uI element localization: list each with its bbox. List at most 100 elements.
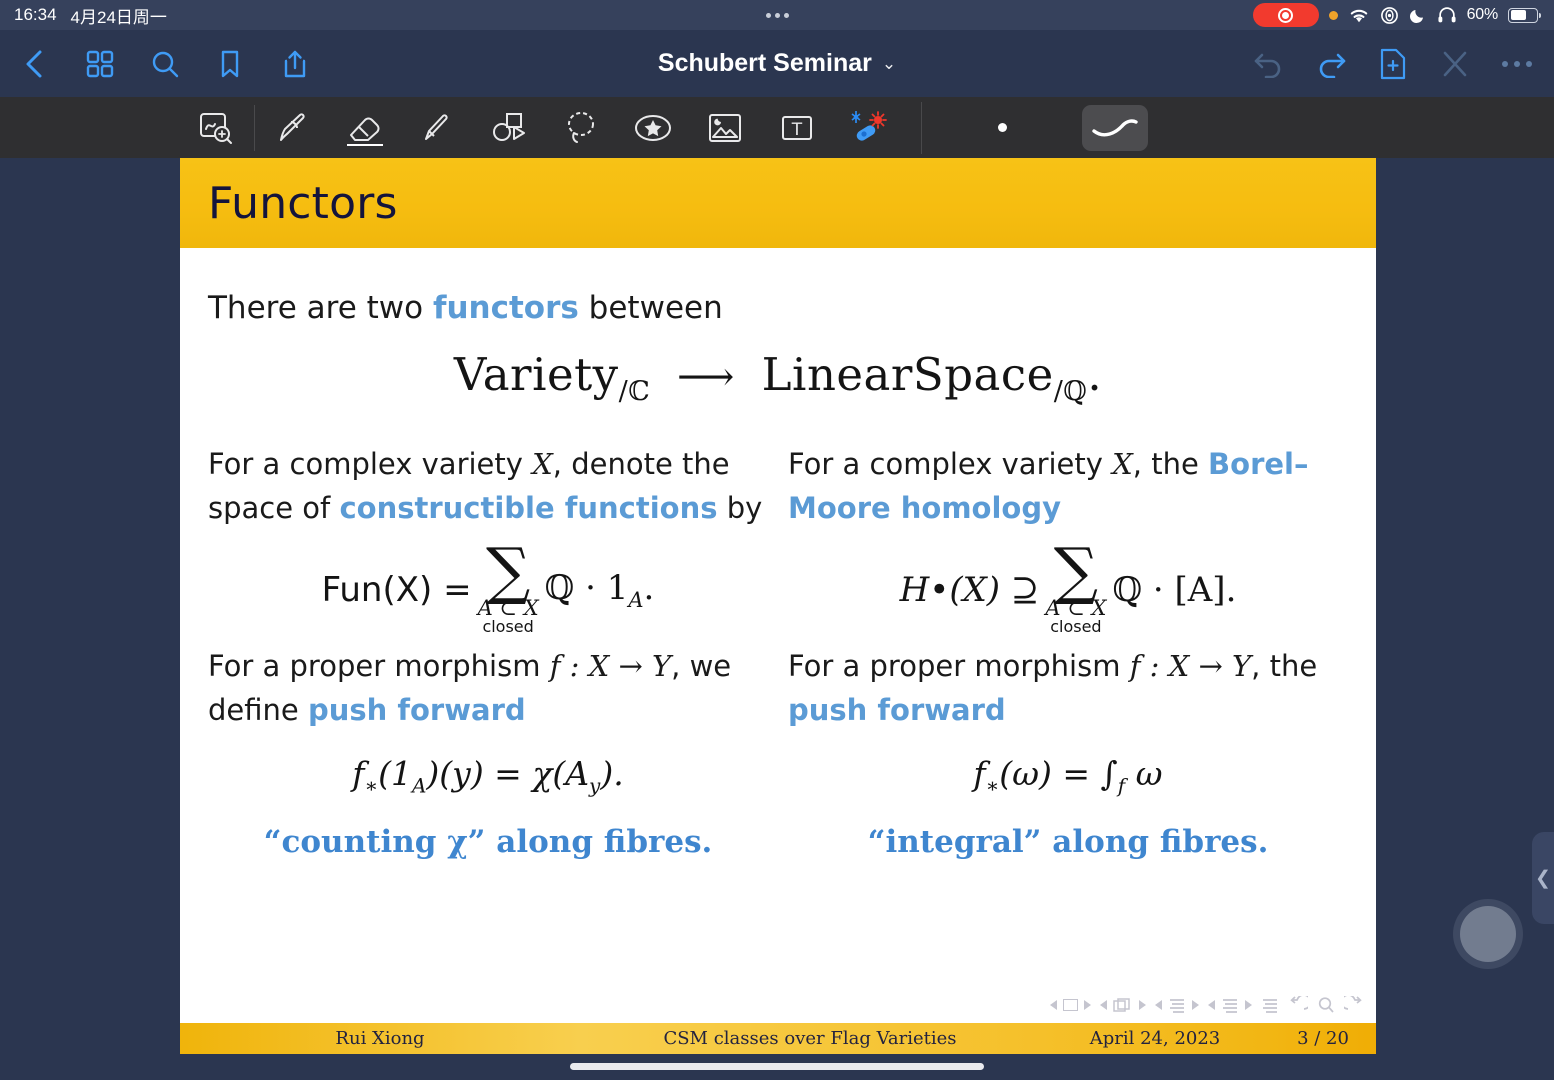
screen-recording-pill-icon[interactable] (1252, 3, 1319, 27)
drawing-toolbar: T (0, 97, 1554, 158)
side-drawer-handle[interactable]: ❮ (1532, 832, 1554, 924)
column-borel-moore-homology: For a complex variety X, the Borel–Moore… (788, 443, 1348, 860)
search-icon[interactable] (148, 47, 182, 81)
variety-subscript: /ℂ (618, 376, 651, 407)
wifi-icon (1350, 9, 1367, 22)
home-indicator[interactable] (570, 1063, 984, 1070)
frame-icon[interactable] (1063, 999, 1078, 1011)
left-quote: “counting χ” along fibres. (263, 823, 713, 860)
battery-percent-label: 60% (1466, 6, 1499, 23)
left-summation: ∑ A ⊂ X closed (477, 534, 539, 637)
eraser-icon[interactable] (329, 99, 401, 157)
left-intro-highlight: constructible functions (339, 490, 718, 525)
section-nav-group[interactable] (1155, 997, 1199, 1014)
forward-icon[interactable] (1344, 996, 1364, 1014)
right-sum-limit-closed: closed (1050, 617, 1102, 637)
nav-right-group (1252, 47, 1554, 81)
left-formula-rhs-sub: A (628, 587, 644, 612)
left-sum-limit-closed: closed (482, 617, 534, 637)
right-formula-rhs: ℚ · [A] (1112, 569, 1226, 610)
right-sum-limit: A ⊂ X (1045, 596, 1107, 621)
back-icon[interactable] (1288, 996, 1308, 1014)
battery-icon (1508, 7, 1541, 23)
linearspace-subscript: /ℚ (1053, 376, 1088, 407)
shapes-icon[interactable] (473, 99, 545, 157)
slides-icon[interactable] (1113, 997, 1133, 1014)
lasso-select-icon[interactable] (545, 99, 617, 157)
left-pushforward-formula: f∗(1A)(y) = χ(Ay). (352, 754, 624, 798)
right-intro-before: For a complex variety (788, 447, 1113, 481)
right-morphism-mid: , the (1251, 649, 1318, 684)
undo-icon[interactable] (1252, 47, 1286, 81)
right-sum-sign: ∑ (1053, 534, 1099, 607)
highlighter-icon[interactable] (401, 99, 473, 157)
right-morphism-math: f : X → Y (1129, 649, 1252, 684)
laser-pointer-icon[interactable] (833, 99, 905, 157)
sticker-icon[interactable] (617, 99, 689, 157)
left-formula-period: . (643, 567, 655, 608)
slide-lead-sentence: There are two functors between (208, 290, 1348, 326)
zoom-write-icon[interactable] (180, 99, 252, 157)
left-formula-lhs: Fun(X) = (321, 569, 472, 610)
close-icon[interactable] (1438, 47, 1472, 81)
do-not-disturb-moon-icon (1409, 9, 1423, 24)
bookmark-icon[interactable] (213, 47, 247, 81)
slide-canvas[interactable]: Functors There are two functors between … (0, 158, 1554, 1080)
left-fun-formula: Fun(X) = ∑ A ⊂ X closed ℚ · 1A. (208, 534, 768, 637)
prev-doc-icon[interactable] (1208, 1000, 1215, 1010)
status-bar-left: 16:34 4月24日周一 (0, 3, 167, 28)
more-options-icon[interactable] (1500, 47, 1534, 81)
variety-label: Variety (453, 348, 619, 401)
tool-group: T (0, 99, 905, 157)
prev-section-icon[interactable] (1155, 1000, 1162, 1010)
subsection-nav-group[interactable] (1100, 997, 1146, 1014)
slide-title: Functors (208, 177, 398, 229)
lead-before: There are two (208, 290, 433, 326)
stroke-preview-button[interactable] (1082, 104, 1148, 151)
frame-nav-group[interactable] (1050, 999, 1091, 1011)
footer-author: Rui Xiong (180, 1023, 580, 1054)
presentation-slide[interactable]: Functors There are two functors between … (180, 158, 1376, 1054)
stroke-size-indicator[interactable] (922, 123, 1082, 132)
back-chevron-icon[interactable] (18, 47, 52, 81)
redo-icon[interactable] (1314, 47, 1348, 81)
prev-frame-icon[interactable] (1050, 1000, 1057, 1010)
prev-subsection-icon[interactable] (1100, 1000, 1107, 1010)
beamer-navigation-bar[interactable] (1050, 996, 1364, 1014)
next-doc-icon[interactable] (1245, 1000, 1252, 1010)
thumbnail-grid-icon[interactable] (83, 47, 117, 81)
right-morphism-highlight: push forward (788, 692, 1006, 727)
assistive-touch-button[interactable] (1460, 906, 1516, 962)
search-icon[interactable] (1317, 996, 1335, 1014)
next-section-icon[interactable] (1192, 1000, 1199, 1010)
document-title: Schubert Seminar (657, 49, 872, 77)
left-sum-sign: ∑ (485, 534, 531, 607)
functor-arrow: ⟶ (677, 354, 735, 400)
pen-icon[interactable] (257, 99, 329, 157)
add-page-icon[interactable] (1376, 47, 1410, 81)
left-intro-paragraph: For a complex variety X, denote the spac… (208, 443, 768, 530)
right-homology-formula: H•(X) ⊇ ∑ A ⊂ X closed ℚ · [A]. (788, 534, 1348, 637)
left-sum-limit: A ⊂ X (477, 596, 539, 621)
left-intro-variable: X (532, 447, 553, 481)
chevron-down-icon[interactable]: ⌄ (882, 54, 896, 74)
left-formula-rhs-group: ℚ · 1A. (545, 568, 655, 612)
slide-footer: Rui Xiong CSM classes over Flag Varietie… (180, 1023, 1376, 1054)
side-drawer-chevron-icon: ❮ (1535, 867, 1551, 889)
left-intro-before: For a complex variety (208, 447, 533, 481)
lead-after: between (578, 290, 723, 326)
text-box-icon[interactable]: T (761, 99, 833, 157)
insert-image-icon[interactable] (689, 99, 761, 157)
full-toc-icon[interactable] (1261, 997, 1279, 1014)
share-icon[interactable] (278, 47, 312, 81)
doc-icon[interactable] (1221, 997, 1239, 1014)
status-date: 4月24日周一 (70, 7, 167, 27)
next-subsection-icon[interactable] (1139, 1000, 1146, 1010)
toolbar-separator (254, 104, 255, 151)
lead-highlight-functors: functors (432, 290, 579, 326)
next-frame-icon[interactable] (1084, 1000, 1091, 1010)
document-nav-group[interactable] (1208, 997, 1252, 1014)
footer-date: April 24, 2023 (1040, 1023, 1270, 1054)
toc-icon[interactable] (1168, 997, 1186, 1014)
left-intro-after: by (717, 490, 763, 525)
